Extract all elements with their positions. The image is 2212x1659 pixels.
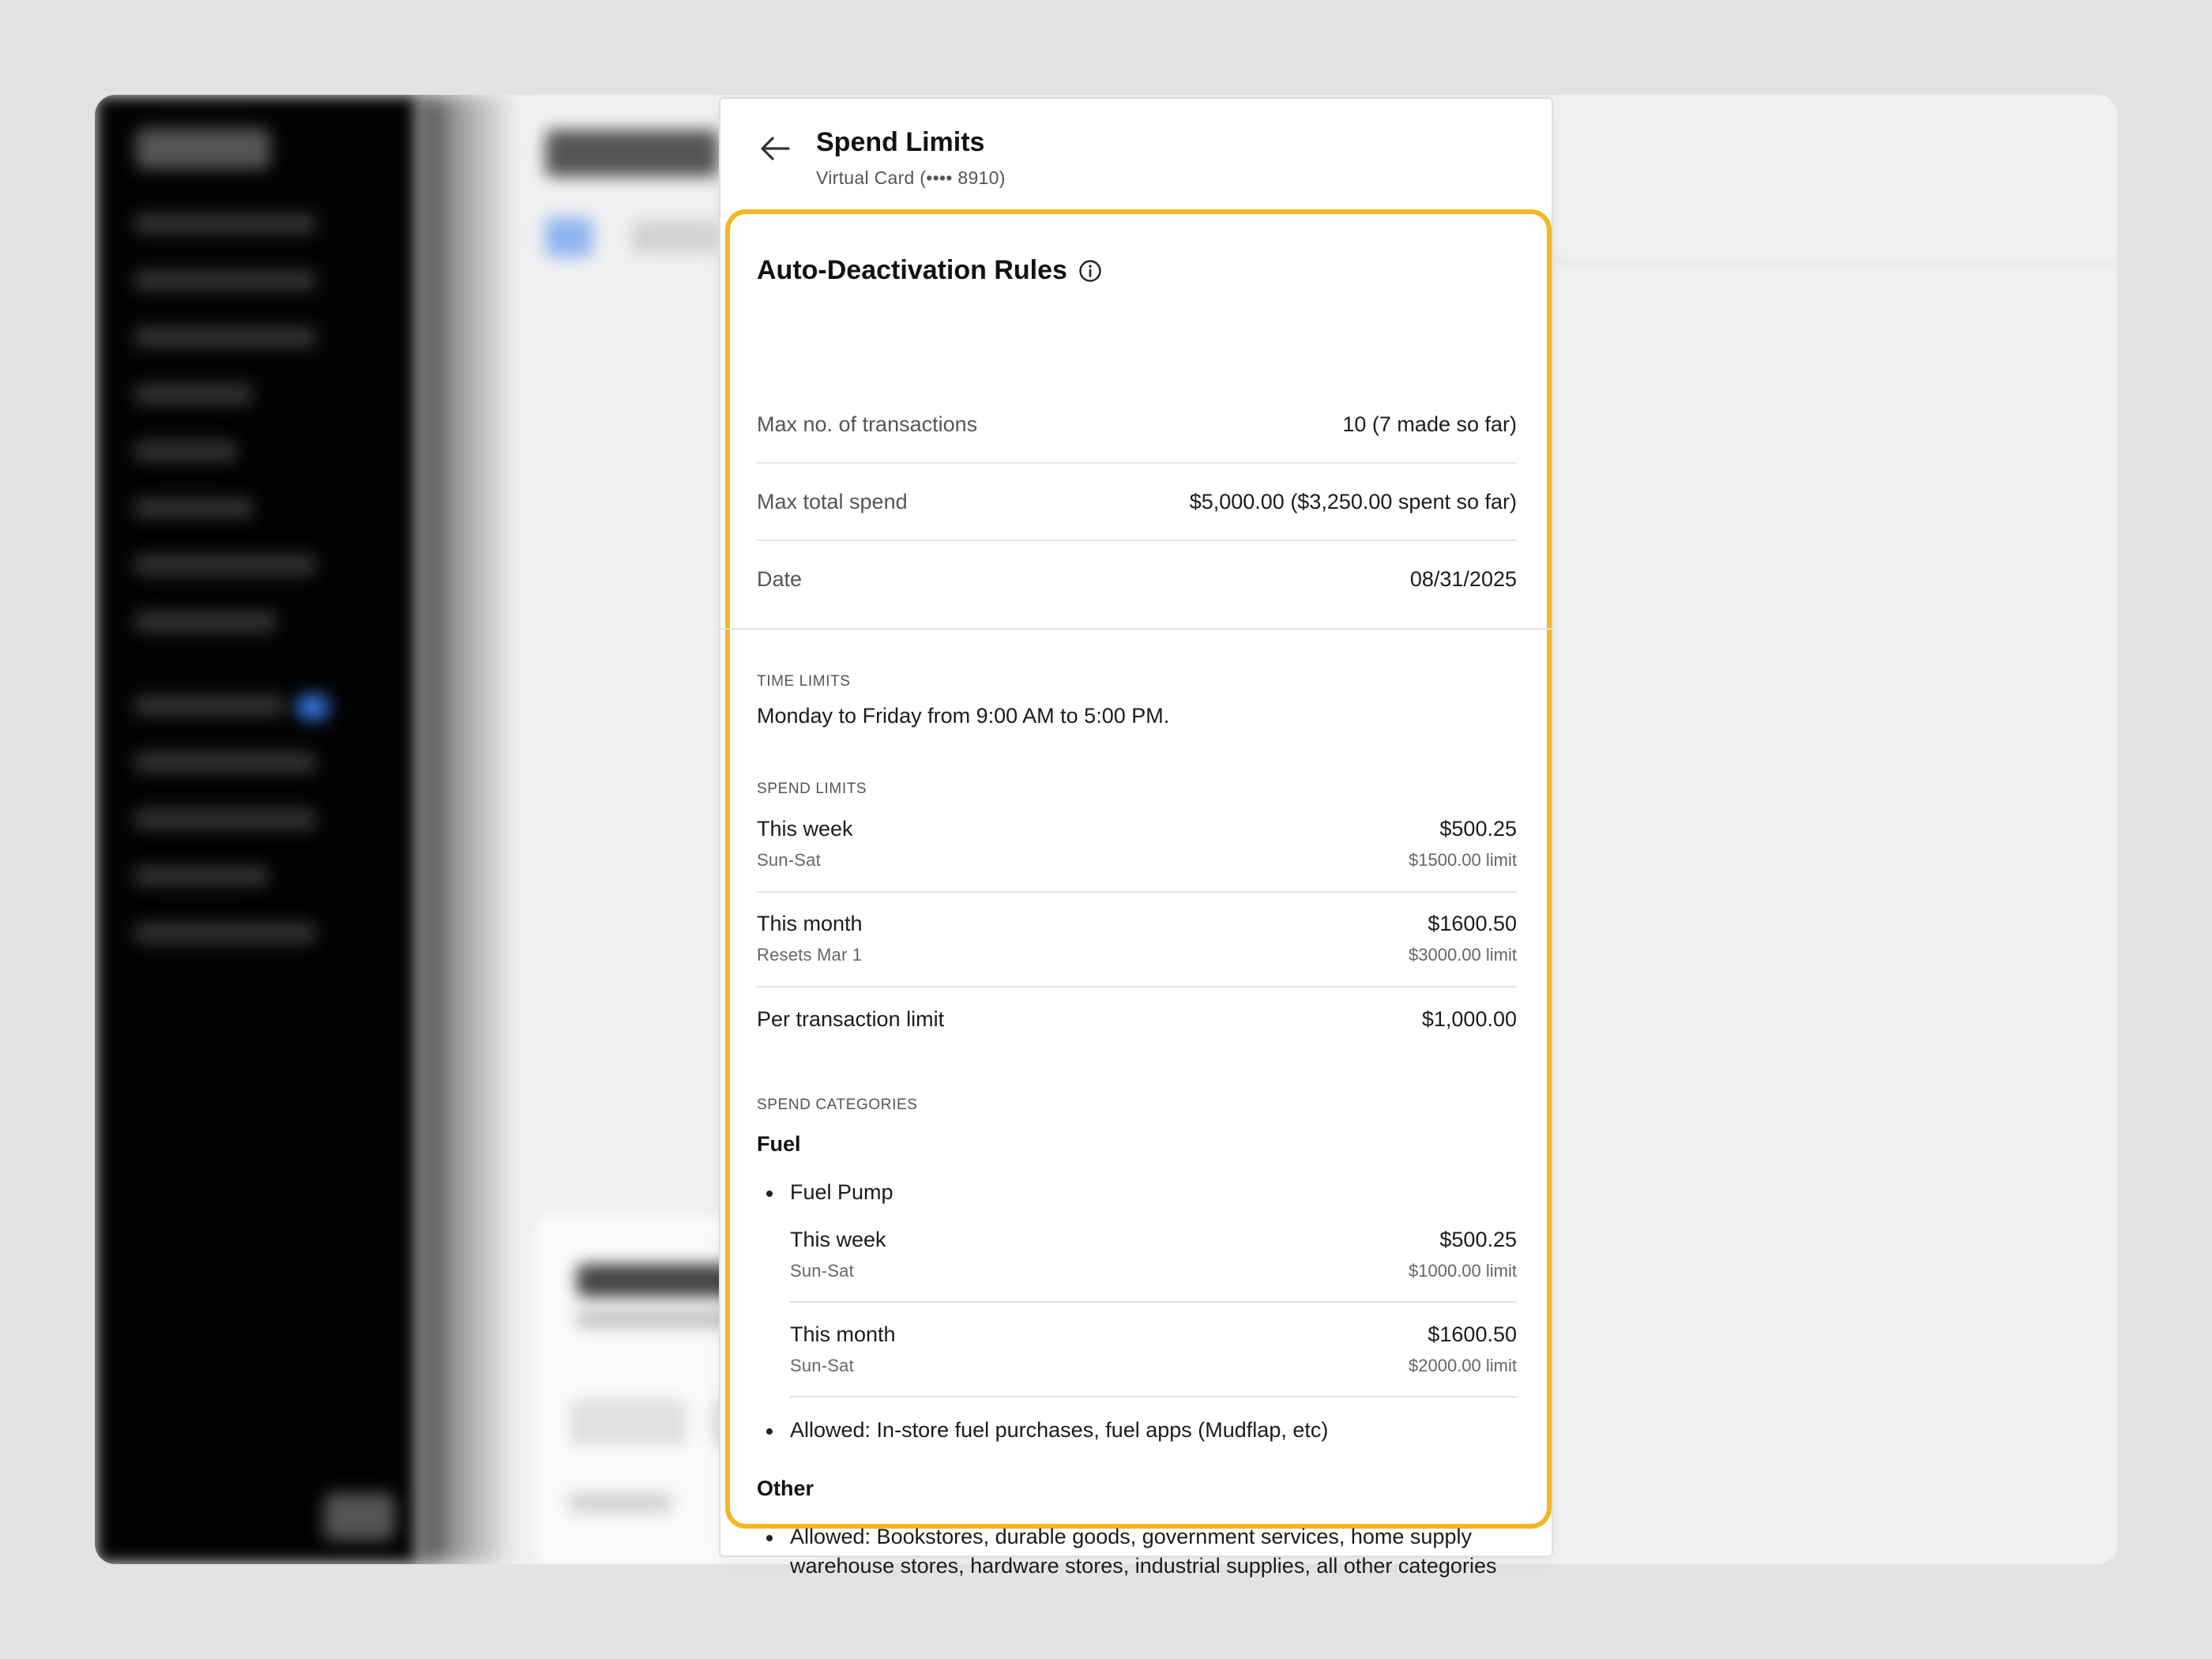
bullet-dot — [766, 1535, 773, 1541]
limit-amount: $2000.00 limit — [1409, 1356, 1517, 1375]
limit-period-detail: Sun-Sat — [790, 1261, 854, 1281]
background-nav-item — [134, 270, 316, 291]
background-divider — [1509, 261, 2117, 265]
arrow-left-icon[interactable] — [757, 130, 793, 167]
rule-label: Date — [757, 567, 803, 591]
limit-spent: $500.25 — [1439, 817, 1517, 841]
limit-period: This week — [757, 817, 853, 841]
background-logo — [136, 128, 270, 169]
background-nav-item — [134, 923, 316, 943]
background-shade — [419, 95, 514, 1564]
limit-spent: $1600.50 — [1428, 1322, 1517, 1346]
time-limits-text: Monday to Friday from 9:00 AM to 5:00 PM… — [757, 704, 1170, 728]
background-sidebar — [95, 95, 419, 1564]
background-nav-item — [134, 441, 237, 461]
limit-amount: $1000.00 limit — [1409, 1261, 1517, 1281]
category-item-label: Fuel Pump — [790, 1180, 893, 1204]
category-limit-row: This month Sun-Sat $1600.50 $2000.00 lim… — [790, 1322, 1517, 1386]
background-avatar — [324, 1493, 395, 1540]
limit-period: This month — [790, 1322, 896, 1346]
category-other: Other — [757, 1477, 814, 1500]
limit-period-detail: Sun-Sat — [757, 850, 821, 870]
background-nav-item — [134, 213, 316, 234]
category-allowed: Allowed: Bookstores, durable goods, gove… — [766, 1522, 1517, 1581]
limit-period-detail: Sun-Sat — [790, 1356, 854, 1375]
spend-limit-row: This week Sun-Sat $500.25 $1500.00 limit — [757, 817, 1517, 880]
row-divider — [790, 1301, 1517, 1303]
category-allowed-text: Allowed: Bookstores, durable goods, gove… — [790, 1525, 1497, 1578]
rule-value: 10 (7 made so far) — [1342, 412, 1517, 436]
per-transaction-label: Per transaction limit — [757, 1007, 945, 1031]
limit-amount: $1500.00 limit — [1409, 850, 1517, 870]
rule-row-date: Date 08/31/2025 — [757, 567, 1517, 592]
panel-title: Spend Limits — [816, 127, 985, 157]
limit-amount: $3000.00 limit — [1409, 945, 1517, 965]
rule-value: 08/31/2025 — [1409, 567, 1517, 591]
section-divider — [720, 628, 1552, 630]
time-limits-caption: TIME LIMITS — [757, 673, 851, 690]
info-icon[interactable] — [1078, 259, 1102, 283]
background-nav-item — [134, 695, 284, 716]
spend-limit-row: This month Resets Mar 1 $1600.50 $3000.0… — [757, 912, 1517, 975]
category-limit-row: This week Sun-Sat $500.25 $1000.00 limit — [790, 1228, 1517, 1291]
background-tab — [632, 221, 719, 253]
background-nav-item — [134, 384, 253, 404]
background-nav-item — [134, 809, 316, 830]
limit-spent: $1600.50 — [1428, 912, 1517, 935]
auto-deactivation-title: Auto-Deactivation Rules — [757, 255, 1102, 286]
row-divider — [757, 986, 1517, 988]
background-nav-item — [134, 555, 316, 575]
bullet-dot — [766, 1428, 773, 1435]
row-divider — [790, 1396, 1517, 1398]
limit-period: This week — [790, 1228, 886, 1251]
limit-period-detail: Resets Mar 1 — [757, 945, 863, 965]
category-item: Fuel Pump — [766, 1178, 1517, 1207]
per-transaction-value: $1,000.00 — [1421, 1007, 1517, 1031]
background-page-title — [545, 130, 719, 177]
background-button — [569, 1398, 687, 1446]
spend-limits-panel: Spend Limits Virtual Card (•••• 8910) Au… — [719, 97, 1553, 1578]
limit-period: This month — [757, 912, 863, 935]
bullet-dot — [766, 1191, 773, 1197]
device-frame: Spend Limits Virtual Card (•••• 8910) Au… — [0, 0, 2212, 1659]
rule-row-max-transactions: Max no. of transactions 10 (7 made so fa… — [757, 412, 1517, 437]
background-tab — [545, 217, 592, 257]
spend-limits-caption: SPEND LIMITS — [757, 781, 867, 797]
row-divider — [757, 891, 1517, 893]
background-nav-item — [134, 752, 316, 773]
category-allowed-text: Allowed: In-store fuel purchases, fuel a… — [790, 1418, 1329, 1442]
rule-value: $5,000.00 ($3,250.00 spent so far) — [1189, 490, 1517, 514]
row-divider — [757, 540, 1517, 541]
background-nav-item — [134, 866, 269, 886]
background-nav-item — [134, 611, 276, 632]
panel-subtitle: Virtual Card (•••• 8910) — [816, 167, 1006, 188]
rule-label: Max no. of transactions — [757, 412, 978, 436]
limit-spent: $500.25 — [1439, 1228, 1517, 1251]
per-transaction-row: Per transaction limit $1,000.00 — [757, 1007, 1517, 1032]
background-text — [569, 1493, 672, 1512]
background-nav-item — [134, 498, 253, 518]
spend-categories-caption: SPEND CATEGORIES — [757, 1097, 918, 1113]
category-allowed: Allowed: In-store fuel purchases, fuel a… — [766, 1416, 1517, 1445]
category-fuel: Fuel — [757, 1132, 801, 1156]
rule-row-max-total-spend: Max total spend $5,000.00 ($3,250.00 spe… — [757, 490, 1517, 514]
panel-header: Spend Limits Virtual Card (•••• 8910) — [720, 99, 1552, 217]
rule-label: Max total spend — [757, 490, 908, 514]
background-nav-item — [134, 327, 316, 348]
auto-deactivation-title-text: Auto-Deactivation Rules — [757, 255, 1067, 285]
background-badge — [296, 694, 329, 720]
row-divider — [757, 462, 1517, 464]
